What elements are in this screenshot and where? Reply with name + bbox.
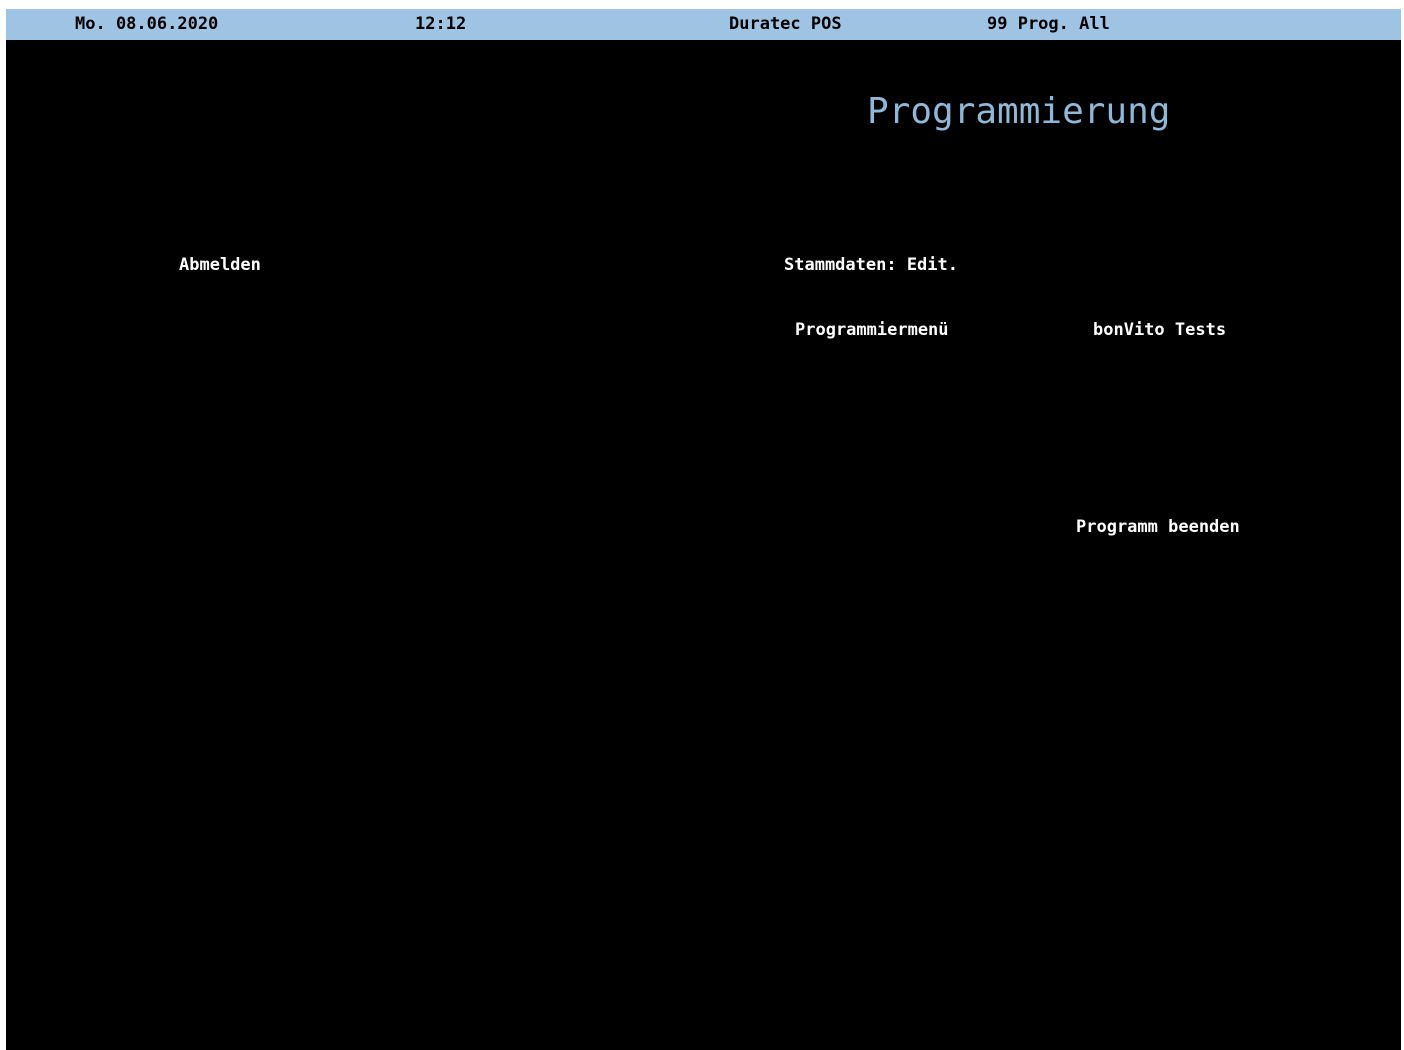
stammdaten-edit-button[interactable]: Stammdaten: Edit. [784, 254, 958, 276]
page-title: Programmierung [867, 91, 1171, 132]
pos-display: Mo. 08.06.2020 12:12 Duratec POS 99 Prog… [6, 9, 1401, 1050]
abmelden-button[interactable]: Abmelden [179, 254, 261, 276]
bonvito-tests-button[interactable]: bonVito Tests [1093, 319, 1226, 341]
status-bar: Mo. 08.06.2020 12:12 Duratec POS 99 Prog… [6, 9, 1401, 40]
programm-beenden-button[interactable]: Programm beenden [1076, 516, 1240, 538]
programmiermenu-button[interactable]: Programmiermenü [795, 319, 949, 341]
status-time: 12:12 [415, 14, 467, 34]
status-user-info: 99 Prog. All [987, 14, 1110, 34]
status-date: Mo. 08.06.2020 [75, 14, 219, 34]
pos-screen: Mo. 08.06.2020 12:12 Duratec POS 99 Prog… [0, 0, 1404, 1050]
status-product-name: Duratec POS [729, 14, 842, 34]
